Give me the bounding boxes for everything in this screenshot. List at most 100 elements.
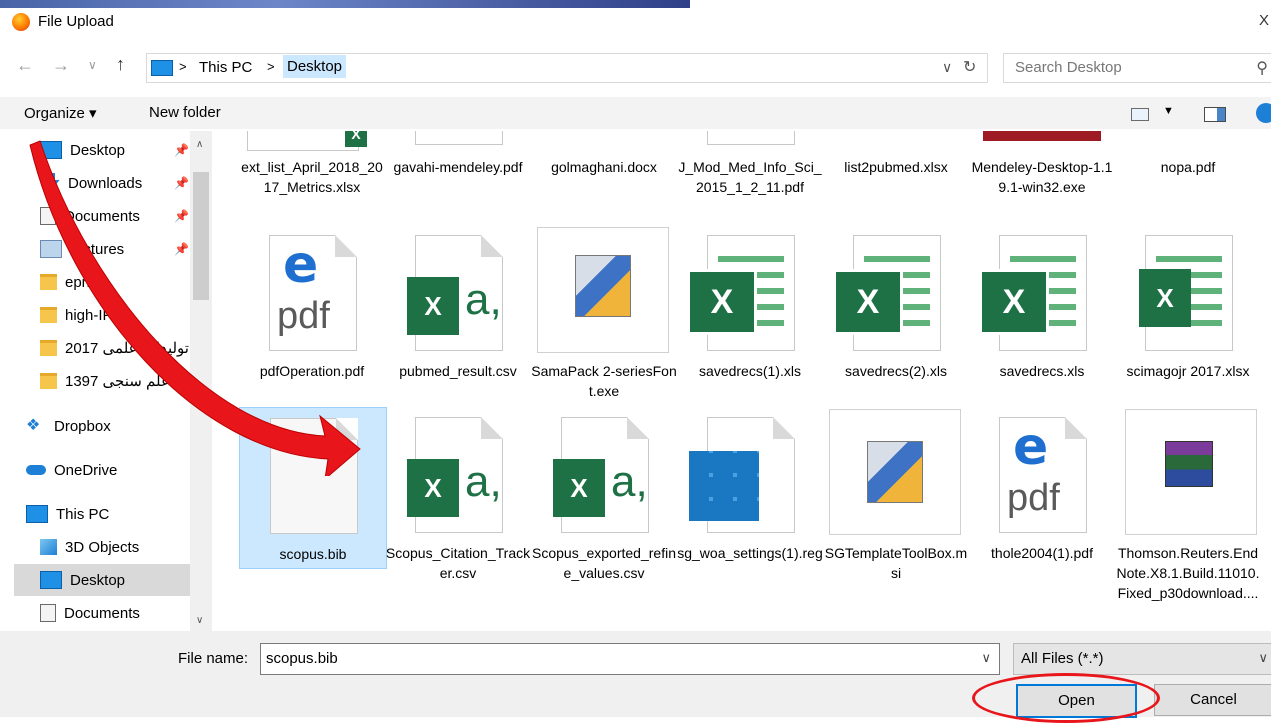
winrar-icon [1165, 441, 1213, 487]
excel-icon: X [687, 269, 757, 335]
desktop-icon [40, 571, 62, 589]
file-item[interactable]: X a, Scopus_Citation_Tracker.csv [385, 407, 531, 581]
csv-letter-icon: a, [611, 457, 648, 506]
file-item[interactable]: X a, Scopus_exported_refine_values.csv [531, 407, 677, 581]
view-dropdown-icon[interactable]: ▼ [1163, 105, 1174, 117]
file-name: SamaPack 2-seriesFont.exe [531, 363, 677, 399]
file-name: thole2004(1).pdf [991, 545, 1093, 561]
red-arrow-annotation [29, 140, 361, 476]
file-name: SGTemplateToolBox.msi [824, 545, 968, 581]
pdf-label-icon: pdf [1007, 477, 1060, 519]
excel-icon: X [1139, 269, 1191, 327]
address-dropdown-icon[interactable]: ∨ [942, 59, 952, 76]
mendeley-icon [983, 131, 1101, 141]
back-arrow-icon[interactable]: ← [16, 55, 34, 76]
file-item[interactable]: X savedrecs.xls [969, 225, 1115, 385]
file-name: J_Mod_Med_Info_Sci_2015_1_2_11.pdf [678, 159, 822, 195]
nav-label: This PC [56, 505, 110, 523]
file-item[interactable]: SGTemplateToolBox.msi [823, 407, 969, 581]
file-name: sg_woa_settings(1).reg [677, 545, 823, 561]
excel-icon: X [407, 459, 459, 517]
nav-item-3d-objects[interactable]: 3D Objects [14, 531, 190, 563]
file-name: golmaghani.docx [551, 159, 657, 175]
file-name: Thomson.Reuters.EndNote.X8.1.Build.11010… [1116, 545, 1260, 601]
preview-pane-icon[interactable] [1204, 107, 1226, 122]
pdf-file-icon [707, 131, 795, 145]
recent-chevron-icon[interactable]: ∨ [88, 58, 97, 72]
file-name: savedrecs(2).xls [845, 363, 947, 379]
breadcrumb-sep-icon: > [179, 59, 187, 74]
search-icon[interactable]: ⚲ [1256, 58, 1268, 78]
file-name: list2pubmed.xlsx [844, 159, 948, 175]
view-options-icon[interactable] [1131, 108, 1149, 121]
file-name-value: scopus.bib [266, 650, 338, 667]
file-name-input[interactable]: scopus.bib ∨ [260, 643, 1000, 675]
installer-icon [575, 255, 631, 317]
installer-icon [867, 441, 923, 503]
file-name: nopa.pdf [1160, 159, 1216, 175]
file-type-filter[interactable]: All Files (*.*) ∨ [1013, 643, 1271, 675]
excel-icon: X [833, 269, 903, 335]
csv-letter-icon: a, [465, 275, 502, 324]
edge-icon: e [1013, 417, 1049, 477]
nav-label: Documents [64, 604, 140, 622]
forward-arrow-icon[interactable]: → [52, 55, 70, 76]
file-item[interactable]: Thomson.Reuters.EndNote.X8.1.Build.11010… [1115, 407, 1261, 601]
up-arrow-icon[interactable]: ↑ [116, 54, 125, 75]
excel-icon: X [553, 459, 605, 517]
file-name: scimagojr 2017.xlsx [1126, 363, 1250, 379]
excel-icon: X [979, 269, 1049, 335]
background-window-strip [0, 0, 690, 8]
excel-icon: X [407, 277, 459, 335]
title-bar [0, 0, 1271, 44]
new-folder-button[interactable]: New folder [149, 104, 221, 121]
registry-icon [689, 451, 759, 521]
file-name: Mendeley-Desktop-1.19.1-win32.exe [971, 159, 1113, 195]
command-bar: Organize ▾ New folder ▼ [0, 97, 1271, 129]
filter-dropdown-icon[interactable]: ∨ [1258, 650, 1268, 666]
file-item[interactable]: X a, pubmed_result.csv [385, 225, 531, 385]
nav-item-documents-pc[interactable]: Documents [14, 597, 190, 629]
file-name: scopus.bib [279, 546, 347, 562]
file-item[interactable]: X savedrecs(1).xls [677, 225, 823, 385]
file-item[interactable]: SamaPack 2-seriesFont.exe [531, 225, 677, 399]
file-item[interactable]: e pdf thole2004(1).pdf [969, 407, 1115, 567]
breadcrumb-this-pc[interactable]: This PC [199, 59, 252, 76]
file-item[interactable]: X savedrecs(2).xls [823, 225, 969, 385]
window-title: File Upload [38, 13, 114, 30]
red-circle-annotation [972, 673, 1160, 723]
file-name: savedrecs.xls [999, 363, 1085, 379]
breadcrumb-desktop[interactable]: Desktop [283, 55, 347, 78]
address-bar[interactable]: > This PC > Desktop ∨ ↻ [146, 53, 988, 83]
file-name: savedrecs(1).xls [699, 363, 801, 379]
organize-menu[interactable]: Organize ▾ [24, 104, 97, 122]
file-name-label: File name: [178, 650, 249, 667]
close-button[interactable]: X [1259, 12, 1269, 29]
documents-icon [40, 604, 56, 622]
file-name: Scopus_Citation_Tracker.csv [385, 545, 531, 581]
this-pc-icon [151, 60, 173, 76]
search-input[interactable]: Search Desktop ⚲ [1003, 53, 1271, 83]
file-name-dropdown-icon[interactable]: ∨ [981, 650, 991, 666]
pdf-file-icon [415, 131, 503, 145]
file-name: gavahi-mendeley.pdf [393, 159, 523, 175]
help-icon[interactable] [1256, 103, 1271, 123]
this-pc-icon [26, 505, 48, 523]
scroll-down-icon[interactable]: ∨ [196, 615, 203, 626]
search-placeholder: Search Desktop [1015, 59, 1122, 76]
refresh-icon[interactable]: ↻ [963, 57, 976, 77]
3d-objects-icon [40, 539, 57, 555]
file-item[interactable]: sg_woa_settings(1).reg [677, 407, 823, 567]
nav-label: Desktop [70, 571, 126, 589]
cancel-button[interactable]: Cancel [1154, 684, 1271, 716]
file-item[interactable]: X scimagojr 2017.xlsx [1115, 225, 1261, 385]
csv-letter-icon: a, [465, 457, 502, 506]
nav-item-this-pc[interactable]: This PC [14, 498, 190, 530]
file-grid: X ext_list_April_2018_2017_Metrics.xlsx … [213, 131, 1271, 631]
file-type-value: All Files (*.*) [1021, 650, 1104, 667]
firefox-icon [12, 13, 30, 31]
nav-label: 3D Objects [65, 538, 140, 556]
breadcrumb-sep-icon: > [267, 59, 275, 74]
nav-item-desktop-pc[interactable]: Desktop [14, 564, 190, 596]
file-name: Scopus_exported_refine_values.csv [532, 545, 676, 581]
